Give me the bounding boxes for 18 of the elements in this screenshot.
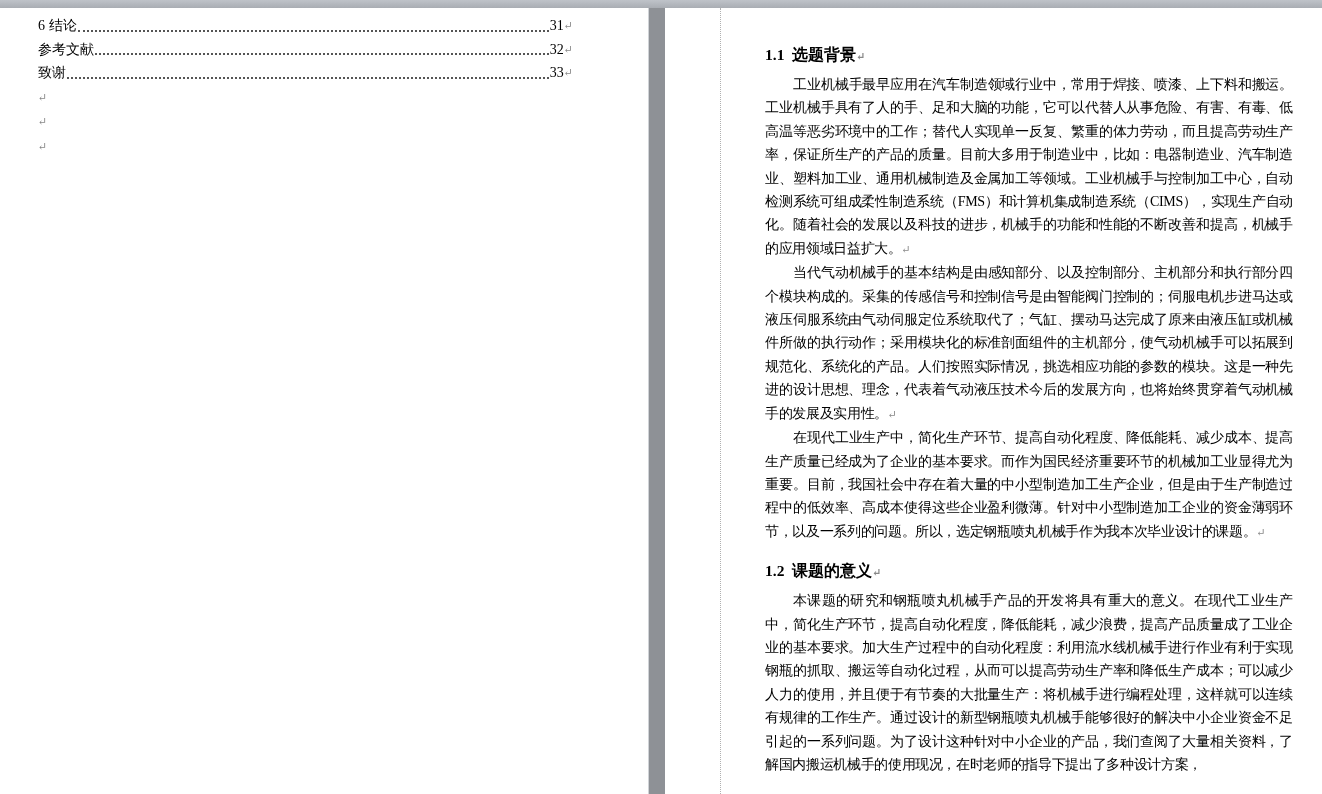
toc-entry-title: 参考文献 — [38, 40, 94, 59]
toc-entry-title: 6 结论 — [38, 17, 77, 35]
body-paragraph: 工业机械手最早应用在汽车制造领域行业中，常用于焊接、喷漆、上下料和搬运。工业机械手具有了人的手、足和大脑的功能，它可以代替人从事危险、有害、有毒、低高温等恶劣环境中的工作；替代人实现单一反复、繁重的体力劳动，而且提高劳动生产率，保证所生产的产品的质量。目前大多用于制造业中，比如：电器制造业、汽车制造业、塑料加工业、通用机械制造及金属加工等领域。工业机械手与控制加工中心，自动检测系统可组成柔性制造系统（FMS）和计算机集成制造系统（CIMS），实现生产自动化。随着社会的发展以及科技的进步，机械手的功能和性能的不断改善和提高，机械手的应用领域日益扩大。↵ — [765, 76, 1293, 258]
paragraph-mark: ↵ — [563, 65, 573, 80]
paragraph-mark: ↵ — [563, 18, 573, 33]
paragraph-mark: ↵ — [38, 90, 48, 103]
toc-page-number: 33 — [549, 64, 564, 82]
body-paragraph: 本课题的研究和钢瓶喷丸机械手产品的开发将具有重大的意义。在现代工业生产中，简化生产环节，提高自动化程度，降低能耗，减少浪费，提高产品质量成了工业企业的基本要求。加大生产过程中的自动化程度：利用流水线机械手进行作业有利于实现钢瓶的抓取、搬运等自动化过程，从而可以提高劳动生产率和降低生产成本；可以减少人力的使用，并且便于有节奏的大批量生产：将机械手进行编程处理，这样就可以连续有规律的工作生产。通过设计的新型钢瓶喷丸机械手能够很好的解决中小企业资金不足引起的一系列问题。为了设计这种针对中小企业的产品，我们查阅了大量相关资料，了解国内搬运机械手的使用现况，在时老师的指导下提出了多种设计方案， — [765, 592, 1293, 774]
body-paragraph: 在现代工业生产中，简化生产环节、提高自动化程度、降低能耗、减少成本、提高生产质量已经成为了企业的基本要求。而作为国民经济重要环节的机械加工业显得尤为重要。目前，我国社会中存在着大量的中小型制造加工生产企业，但是由于生产制造过程中的低效率、高成本使得这些企业盈利微薄。针对中小型制造加工企业的资金薄弱环节，以及一系列的问题。所以，选定钢瓶喷丸机械手作为我本次毕业设计的课题。↵ — [765, 429, 1293, 541]
body-paragraph: 当代气动机械手的基本结构是由感知部分、以及控制部分、主机部分和执行部分四个模块构成的。采集的传感信号和控制信号是由智能阀门控制的；伺服电机步进马达或液压伺服系统由气动伺服定位系统取代了；气缸、摆动马达完成了原来由液压缸或机械件所做的执行动作；采用模块化的标准剖面组件的主机部分，使气动机械手可以拓展到规范化、系统化的产品。人们按照实际情况，挑选相应功能的参数的模块。这是一种先进的设计思想、理念，代表着气动液压技术今后的发展方向，也将始终贯穿着气动机械手的发展及实用性。↵ — [765, 264, 1293, 423]
toc-entry-title: 致谢 — [38, 64, 66, 82]
paragraph-mark: ↵ — [38, 139, 48, 152]
section-heading: 1.1 选题背景↵ — [765, 45, 867, 65]
toc-page-number: 31 — [549, 17, 564, 35]
section-heading: 1.2 课题的意义↵ — [765, 561, 883, 582]
paragraph-mark: ↵ — [563, 41, 573, 57]
paragraph-mark: ↵ — [38, 115, 48, 127]
toc-page-number: 32 — [549, 40, 564, 59]
